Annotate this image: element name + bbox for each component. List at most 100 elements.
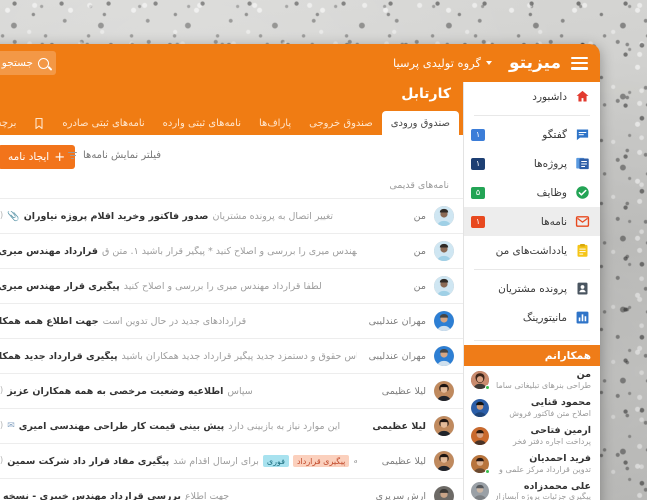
avatar: [433, 450, 455, 472]
app-window: میزیتو گروه تولیدی پرسیا جستجو داشبورد گ…: [0, 44, 600, 500]
sidebar-item-letters[interactable]: نامه‌ها ۱: [464, 207, 600, 236]
create-letter-button[interactable]: + ایجاد نامه: [0, 145, 76, 169]
row-subject: قرارداد مهندس میری: [0, 245, 98, 257]
row-subject: بررسی قرارداد مهندس خبیری - نسخه دوم: [0, 490, 181, 500]
colleague-name: علی محمدزاده: [523, 480, 591, 492]
sidebar-divider: [474, 340, 590, 341]
table-row[interactable]: من لطفا قرارداد مهندس میری را بررسی و اص…: [0, 268, 463, 303]
row-subject: اطلاعیه وضعیت مرخصی به همه همکاران عزیز: [7, 385, 224, 397]
tab-outbox[interactable]: صندوق خروجی: [300, 111, 382, 135]
main-content: کارتابل صندوق ورودی صندوق خروجی پاراف‌ها…: [0, 82, 463, 500]
row-sender: لیلا عظیمی: [381, 385, 426, 397]
sidebar-item-chat[interactable]: گفتگو ۱: [464, 120, 600, 149]
kartable-header: کارتابل صندوق ورودی صندوق خروجی پاراف‌ها…: [0, 82, 463, 135]
row-preview: قراردادهای جدید در حال تدوین است: [102, 315, 247, 327]
sidebar-label: پروژه‌ها: [533, 157, 567, 170]
table-row[interactable]: لیلا عظیمی یکشنبه پیگیری قرارداد فوری بر…: [0, 443, 463, 478]
list-item[interactable]: فرید احمدیان تدوین قرارداد مرکز علمی و ف…: [464, 450, 600, 478]
avatar: [433, 205, 455, 227]
sidebar-label: پرونده مشتریان: [498, 282, 567, 295]
colleague-status: طراحی بنرهای تبلیغاتی سامان صنع…: [496, 380, 591, 390]
row-count: (۲): [0, 386, 4, 396]
row-preview: لطفا قرارداد مهندس میری را بررسی و اصلاح…: [101, 245, 357, 257]
row-sender: من: [413, 210, 426, 222]
tab-paraphs[interactable]: پاراف‌ها: [250, 111, 300, 135]
sidebar-badge: ۱: [471, 157, 485, 170]
list-toolbar: + ایجاد نامه فیلتر نمایش نامه‌ها: [0, 135, 463, 180]
tab-inbox[interactable]: صندوق ورودی: [381, 111, 459, 135]
table-row[interactable]: من لطفا قرارداد مهندس میری را بررسی و اص…: [0, 233, 463, 268]
row-count: (۳): [0, 211, 4, 221]
table-row[interactable]: مهران عندلیبی قراردادهای جدید در حال تدو…: [0, 303, 463, 338]
colleague-status: پرداخت اجاره دفتر فخر: [512, 436, 591, 446]
list-item[interactable]: علی محمدزاده پیگیری جزئیات پروژه آبسازان: [464, 478, 600, 500]
plus-icon: +: [54, 149, 66, 165]
row-count: (۳): [0, 421, 4, 431]
bookmark-icon[interactable]: [25, 111, 53, 135]
list-item[interactable]: آرمین فتاحی پرداخت اجاره دفتر فخر: [464, 422, 600, 450]
sidebar-label: داشبورد: [532, 90, 567, 103]
row-preview: تغییر اتصال به پرونده مشتریان: [212, 210, 334, 222]
list-item[interactable]: من طراحی بنرهای تبلیغاتی سامان صنع…: [464, 366, 600, 394]
row-body: جهت اطلاع بررسی قرارداد مهندس خبیری - نس…: [0, 491, 357, 500]
sidebar-label: یادداشت‌های من: [495, 244, 567, 257]
organization-label: گروه تولیدی پرسیا: [392, 56, 481, 70]
sidebar-item-projects[interactable]: پروژه‌ها ۱: [464, 149, 600, 178]
notes-icon: [575, 243, 590, 258]
row-sender: من: [413, 245, 426, 257]
online-indicator: [485, 468, 490, 474]
home-icon: [575, 89, 590, 104]
status-badge[interactable]: پیگیری قرارداد: [292, 455, 350, 467]
sidebar-item-tasks[interactable]: وظایف ۵: [464, 178, 600, 207]
row-subject: پیش بینی قیمت کار طراحی مهندسی امیری: [18, 420, 225, 432]
sidebar-badge: ۱: [471, 128, 485, 141]
create-letter-label: ایجاد نامه: [8, 151, 50, 163]
search-input[interactable]: جستجو: [0, 51, 56, 75]
list-item[interactable]: محمود قنایی اصلاح متن فاکتور فروش: [464, 394, 600, 422]
row-preview: لطفا قرارداد مهندس میری را بررسی و اصلاح…: [123, 280, 322, 292]
chevron-down-icon: [485, 61, 492, 65]
sidebar-item-monitoring[interactable]: مانیتورینگ: [464, 303, 600, 332]
brand-title: میزیتو: [508, 53, 561, 73]
sidebar-item-notes[interactable]: یادداشت‌های من: [464, 236, 600, 265]
table-row[interactable]: لیلا عظیمی این موارد نیاز به بازبینی دار…: [0, 408, 463, 443]
table-row[interactable]: لیلا عظیمی سپاس اطلاعیه وضعیت مرخصی به ه…: [0, 373, 463, 408]
online-indicator: [485, 384, 490, 390]
row-body: این موارد نیاز به بازبینی دارد پیش بینی …: [0, 421, 357, 432]
status-badge[interactable]: فوری: [262, 455, 289, 467]
sidebar-label: نامه‌ها: [540, 215, 567, 228]
avatar: [470, 453, 490, 474]
avatar: [470, 369, 490, 390]
sidebar-item-customers[interactable]: پرونده مشتریان: [464, 274, 600, 303]
chart-icon: [575, 310, 590, 325]
tab-registered-out[interactable]: نامه‌های ثبتی صادره: [53, 111, 153, 135]
row-sender: لیلا عظیمی: [381, 455, 426, 467]
row-sender: مهران عندلیبی: [368, 315, 426, 327]
tab-labels[interactable]: برچسب‌ها: [0, 111, 25, 135]
filter-letters-button[interactable]: فیلتر نمایش نامه‌ها: [68, 150, 161, 161]
avatar: [433, 380, 455, 402]
row-sender: مهران عندلیبی: [368, 350, 426, 362]
row-subject: پیگیری قرارداد جدید همکاران: [0, 350, 118, 362]
sidebar-badge: ۱: [471, 215, 485, 228]
row-subject: پیگیری قرار مهندس میری: [0, 280, 120, 292]
tab-registered-in[interactable]: نامه‌های ثبتی وارده: [154, 111, 250, 135]
row-body: قراردادهای جدید در حال تدوین است جهت اطل…: [0, 316, 357, 327]
hamburger-icon[interactable]: [571, 56, 588, 70]
sidebar-label: وظایف: [536, 186, 567, 199]
avatar: [433, 415, 455, 437]
sidebar-item-dashboard[interactable]: داشبورد: [464, 82, 600, 111]
colleague-name: آرمین فتاحی: [530, 424, 591, 436]
table-row[interactable]: من تغییر اتصال به پرونده مشتریان صدور فا…: [0, 198, 463, 233]
row-body: سپاس اطلاعیه وضعیت مرخصی به همه همکاران …: [0, 386, 357, 397]
sidebar-label: گفتگو: [542, 128, 567, 141]
colleagues-header: همکارانم: [464, 345, 600, 366]
row-subject: پیگیری مفاد قرار داد شرکت سمین: [7, 455, 170, 467]
organization-selector[interactable]: گروه تولیدی پرسیا: [393, 56, 495, 70]
search-placeholder: جستجو: [1, 57, 33, 69]
colleague-status: پیگیری جزئیات پروژه آبسازان: [496, 492, 591, 500]
table-row[interactable]: آرش سریری جهت اطلاع بررسی قرارداد مهندس …: [0, 478, 463, 500]
row-preview: برای ارسال اقدام شد: [173, 455, 259, 467]
page-title: کارتابل: [401, 86, 451, 102]
table-row[interactable]: مهران عندلیبی لطفا براساس حقوق و دستمزد …: [0, 338, 463, 373]
